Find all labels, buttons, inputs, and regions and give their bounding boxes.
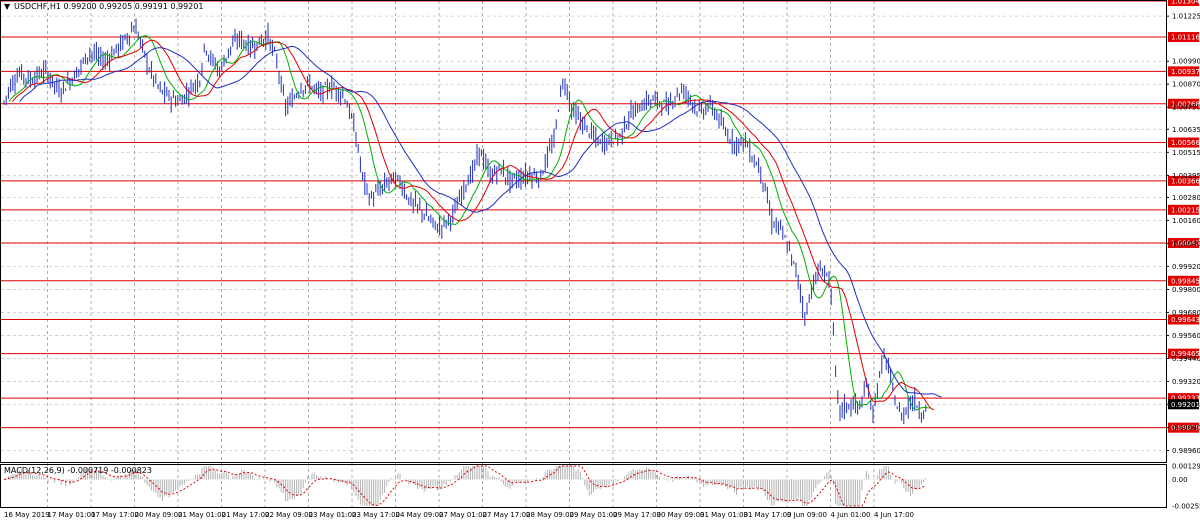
x-tick-label: 28 May 09:00 [526,511,574,519]
y-tick-label: 1.00515 [1172,149,1200,157]
macd-tick-label: 0.001297 [1172,463,1200,471]
x-tick-label: 29 May 01:00 [570,511,618,519]
x-tick-label: 4 Jun 01:00 [831,511,871,519]
y-tick-label: 0.99560 [1172,332,1200,340]
level-tag-label: 1.00937 [1171,68,1200,76]
macd-tick-label: 0.00 [1172,476,1188,484]
current-price-label: 0.99201 [1171,401,1200,409]
x-tick-label: 3 Jun 09:00 [787,511,827,519]
y-tick-label: 1.00040 [1172,240,1200,248]
x-tick-label: 31 May 17:00 [744,511,792,519]
y-tick-label: 1.00750 [1172,104,1200,112]
x-tick-label: 21 May 17:00 [222,511,270,519]
y-tick-label: 0.98960 [1172,447,1200,455]
y-tick-label: 0.99800 [1172,286,1200,294]
level-tag-label: 1.00215 [1171,206,1200,214]
price-chart[interactable]: 1.013041.011161.009371.007681.005661.003… [0,0,1200,523]
x-tick-label: 24 May 09:00 [396,511,444,519]
x-tick-label: 17 May 01:00 [48,511,96,519]
level-tag-label: 0.99845 [1171,277,1200,285]
time-axis: 16 May 201917 May 01:0017 May 17:0020 Ma… [4,511,914,519]
symbol-title: USDCHF,H1 0.99200 0.99205 0.99191 0.9920… [14,2,203,11]
x-tick-label: 22 May 09:00 [265,511,313,519]
x-tick-label: 31 May 01:00 [700,511,748,519]
x-tick-label: 4 Jun 17:00 [874,511,914,519]
level-tag-label: 1.00566 [1171,139,1200,147]
x-tick-label: 23 May 01:00 [309,511,357,519]
y-tick-label: 1.00160 [1172,217,1200,225]
level-tag-label: 1.01304 [1171,0,1200,6]
triangle-icon[interactable]: ▼ [4,2,11,11]
y-tick-label: 0.99320 [1172,378,1200,386]
y-tick-label: 0.99680 [1172,309,1200,317]
y-tick-label: 1.00870 [1172,81,1200,89]
x-tick-label: 20 May 09:00 [135,511,183,519]
y-tick-label: 0.99920 [1172,263,1200,271]
macd-tick-label: -0.002559 [1172,503,1200,511]
x-tick-label: 23 May 17:00 [352,511,400,519]
y-tick-label: 1.00990 [1172,58,1200,66]
y-tick-label: 1.01225 [1172,13,1200,21]
level-tag-label: 0.99643 [1171,316,1200,324]
y-tick-label: 1.00280 [1172,194,1200,202]
x-tick-label: 27 May 01:00 [439,511,487,519]
x-tick-label: 27 May 17:00 [483,511,531,519]
chart-window[interactable]: 1.01304 1.01116 1.00937 1.00768 1.00566 1.003… [0,0,1200,523]
y-tick-label: 0.99440 [1172,355,1200,363]
x-tick-label: 21 May 01:00 [178,511,226,519]
y-tick-label: 0.99080 [1172,424,1200,432]
x-tick-label: 29 May 17:00 [613,511,661,519]
x-tick-label: 16 May 2019 [4,511,50,519]
macd-label: MACD(12,26,9) -0.000719 -0.000823 [4,466,152,475]
y-tick-label: 1.00635 [1172,126,1200,134]
x-tick-label: 17 May 17:00 [91,511,139,519]
level-tag-label: 1.01116 [1171,34,1200,42]
x-tick-label: 30 May 09:00 [657,511,705,519]
y-tick-label: 1.00395 [1172,172,1200,180]
